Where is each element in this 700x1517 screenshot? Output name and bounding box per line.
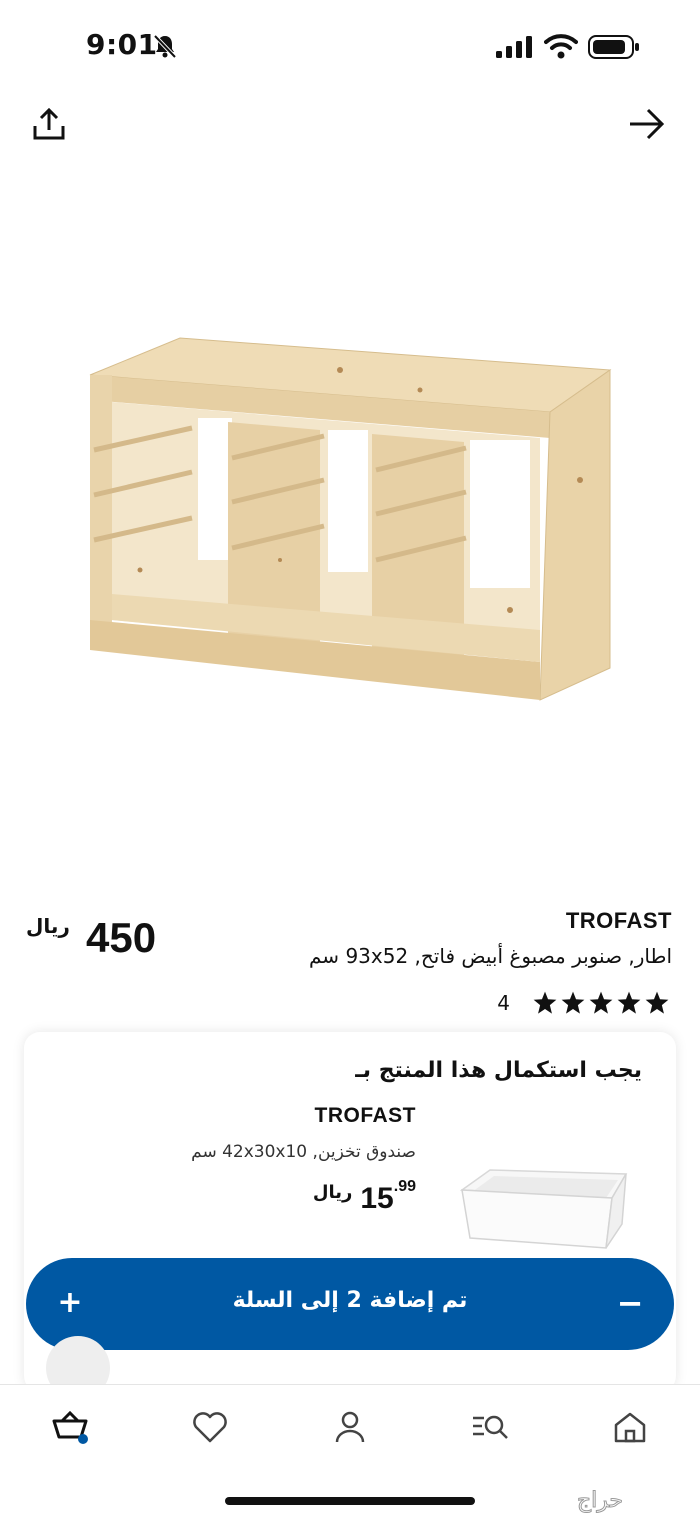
wifi-icon xyxy=(544,34,578,59)
home-icon[interactable] xyxy=(610,1409,650,1445)
product-price: 450 ريال xyxy=(26,910,176,970)
complementary-item-price: ريال 15 .99 xyxy=(313,1178,416,1218)
star-icon xyxy=(617,991,641,1014)
storage-box-image[interactable] xyxy=(442,1162,632,1252)
decrease-quantity-button[interactable]: − xyxy=(610,1280,650,1328)
search-list-icon[interactable] xyxy=(470,1409,510,1445)
star-icon xyxy=(589,991,613,1014)
card-title: يجب استكمال هذا المنتج بـ xyxy=(355,1058,642,1083)
home-indicator xyxy=(225,1497,475,1505)
product-rating[interactable]: 4 xyxy=(497,988,670,1018)
status-time: 9:01 xyxy=(86,28,158,61)
bottom-navigation: حراج xyxy=(0,1384,700,1517)
rating-count: 4 xyxy=(497,991,510,1015)
cellular-signal-icon xyxy=(496,36,532,58)
battery-icon xyxy=(588,35,639,59)
product-name[interactable]: TROFAST xyxy=(566,908,672,934)
product-description: اطار, صنوبر مصبوغ أبيض فاتح, 93x52 سم xyxy=(309,944,672,968)
svg-text:حراج: حراج xyxy=(577,1488,623,1513)
price-value: 450 xyxy=(86,914,157,961)
haraj-watermark-logo: حراج xyxy=(576,1488,623,1514)
item-price-decimal: .99 xyxy=(393,1178,416,1195)
complementary-item-name[interactable]: TROFAST xyxy=(315,1104,417,1128)
heart-icon[interactable] xyxy=(190,1409,230,1445)
bell-off-icon xyxy=(153,34,177,59)
profile-icon[interactable] xyxy=(330,1409,370,1445)
price-currency: ريال xyxy=(26,914,70,938)
item-price-integer: 15 xyxy=(360,1182,394,1215)
cart-status-label: تم إضافة 2 إلى السلة xyxy=(232,1288,468,1313)
product-image xyxy=(89,337,612,701)
star-icon xyxy=(645,991,669,1014)
cart-icon[interactable] xyxy=(50,1409,90,1445)
star-icon xyxy=(533,991,557,1014)
share-icon[interactable] xyxy=(30,106,68,144)
complementary-item-description: صندوق تخزين, 42x30x10 سم xyxy=(191,1142,416,1162)
item-price-currency: ريال xyxy=(312,1182,353,1203)
arrow-right-icon[interactable] xyxy=(626,106,666,142)
status-bar: 9:01 xyxy=(0,0,700,96)
cart-quantity-bar: + تم إضافة 2 إلى السلة − xyxy=(26,1258,674,1350)
star-icon xyxy=(561,991,585,1014)
